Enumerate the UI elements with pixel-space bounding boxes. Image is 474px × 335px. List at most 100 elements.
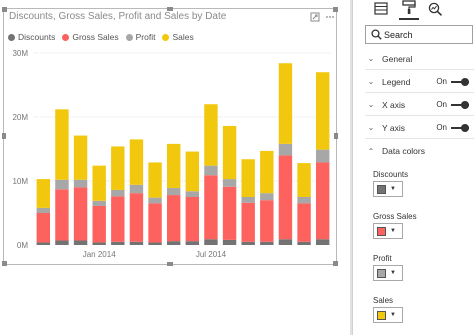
x-tick-label: Jul 2014	[196, 250, 227, 259]
x-tick-label: Jan 2014	[83, 250, 116, 259]
chevron-down-icon: ⌄	[367, 54, 375, 63]
section-legend[interactable]: ⌄ Legend On	[365, 71, 474, 93]
pane-tabs	[353, 0, 474, 22]
resize-handle-top-right[interactable]	[333, 7, 338, 12]
bar-segment	[111, 241, 125, 245]
color-picker-profit[interactable]: ▼	[373, 265, 403, 281]
bar-segment	[185, 197, 200, 242]
paint-roller-icon	[402, 0, 416, 20]
color-label-gross-sales: Gross Sales	[373, 212, 417, 221]
search-icon	[368, 26, 384, 43]
bar-segment	[222, 125, 237, 180]
visualizations-pane: ⌄ General ⌄ Legend On ⌄ X axis On ⌄ Y ax…	[352, 0, 474, 335]
bar-segment	[278, 239, 293, 245]
legend-toggle[interactable]	[451, 77, 469, 86]
color-swatch	[377, 226, 386, 236]
caret-down-icon: ▼	[390, 312, 396, 318]
bar-segment	[36, 213, 51, 243]
caret-down-icon: ▼	[390, 228, 396, 234]
bar-segment	[73, 240, 88, 245]
bar-segment	[222, 239, 237, 245]
bar-segment	[241, 159, 255, 197]
color-swatch	[377, 268, 386, 278]
bar-segment	[204, 239, 218, 245]
resize-handle-left[interactable]	[2, 133, 6, 139]
caret-down-icon: ▼	[390, 186, 396, 192]
bar-segment	[166, 195, 181, 242]
bar-segment	[297, 163, 311, 197]
chart-plot: 0M 10M 20M 30M Jan 2014 Jul 2014	[12, 49, 332, 259]
bar-segment	[92, 165, 106, 201]
section-x-axis[interactable]: ⌄ X axis On	[365, 94, 474, 116]
bar-segment	[36, 207, 51, 213]
analytics-tab[interactable]	[425, 2, 445, 20]
stacked-column-chart-visual[interactable]: Discounts, Gross Sales, Profit and Sales…	[2, 7, 338, 266]
x-axis-toggle[interactable]	[451, 100, 469, 109]
bar-segment	[73, 187, 88, 241]
y-tick-label: 0M	[17, 241, 28, 250]
bar-segment	[148, 197, 162, 204]
bar-segment	[241, 202, 255, 242]
section-label: Y axis	[382, 122, 405, 133]
resize-handle-bottom[interactable]	[167, 262, 173, 266]
bar-segment	[129, 193, 144, 242]
bar-segment	[185, 151, 200, 192]
bar-segment	[129, 241, 144, 245]
format-tab[interactable]	[399, 0, 419, 20]
resize-handle-bottom-left[interactable]	[2, 261, 7, 266]
section-data-colors[interactable]: ⌃ Data colors	[365, 140, 474, 162]
section-label: X axis	[382, 99, 406, 110]
search-input[interactable]	[384, 29, 466, 40]
chevron-down-icon: ⌄	[367, 100, 375, 109]
resize-handle-top[interactable]	[167, 7, 173, 11]
bar-segment	[148, 242, 162, 245]
bar-segment	[55, 240, 69, 245]
bar-segment	[166, 241, 181, 245]
bar-segment	[129, 184, 144, 194]
chevron-down-icon: ⌄	[367, 77, 375, 86]
bar-segment	[148, 203, 162, 243]
bar-segment	[36, 179, 51, 208]
bar-segment	[55, 189, 69, 241]
color-picker-gross-sales[interactable]: ▼	[373, 223, 403, 239]
bar-segment	[166, 143, 181, 189]
resize-handle-bottom-right[interactable]	[333, 261, 338, 266]
chevron-down-icon: ⌄	[367, 123, 375, 132]
bar-segment	[36, 242, 51, 245]
bar-segment	[241, 241, 255, 245]
bar-segment	[278, 155, 293, 240]
section-y-axis[interactable]: ⌄ Y axis On	[365, 117, 474, 139]
bar-segment	[92, 205, 106, 243]
color-picker-discounts[interactable]: ▼	[373, 181, 403, 197]
report-canvas: Discounts, Gross Sales, Profit and Sales…	[0, 0, 350, 335]
y-tick-label: 20M	[12, 113, 28, 122]
resize-handle-right[interactable]	[334, 133, 338, 139]
bar-segment	[92, 242, 106, 245]
bar-segment	[297, 197, 311, 204]
x-axis-toggle-state: On	[436, 100, 447, 109]
color-picker-sales[interactable]: ▼	[373, 307, 403, 323]
color-label-sales: Sales	[373, 296, 394, 305]
bar-segment	[55, 109, 69, 180]
bar-segment	[111, 196, 125, 242]
bar-segment	[315, 239, 330, 245]
bar-segment	[129, 139, 144, 185]
bar-segment	[166, 188, 181, 196]
bar-segment	[297, 241, 311, 245]
bar-segment	[111, 146, 125, 190]
caret-down-icon: ▼	[390, 270, 396, 276]
search-box[interactable]	[365, 25, 473, 44]
bar-segment	[185, 191, 200, 197]
bar-segment	[260, 150, 274, 194]
fields-tab[interactable]	[371, 2, 391, 20]
resize-handle-top-left[interactable]	[2, 7, 7, 12]
bar-segment	[204, 165, 218, 176]
section-general[interactable]: ⌄ General	[365, 48, 474, 70]
bar-segment	[222, 179, 237, 187]
y-tick-label: 10M	[12, 177, 28, 186]
bar-segment	[111, 189, 125, 197]
color-label-profit: Profit	[373, 254, 392, 263]
y-axis-toggle[interactable]	[451, 123, 469, 132]
bar-segment	[241, 197, 255, 203]
bar-segment	[73, 135, 88, 180]
